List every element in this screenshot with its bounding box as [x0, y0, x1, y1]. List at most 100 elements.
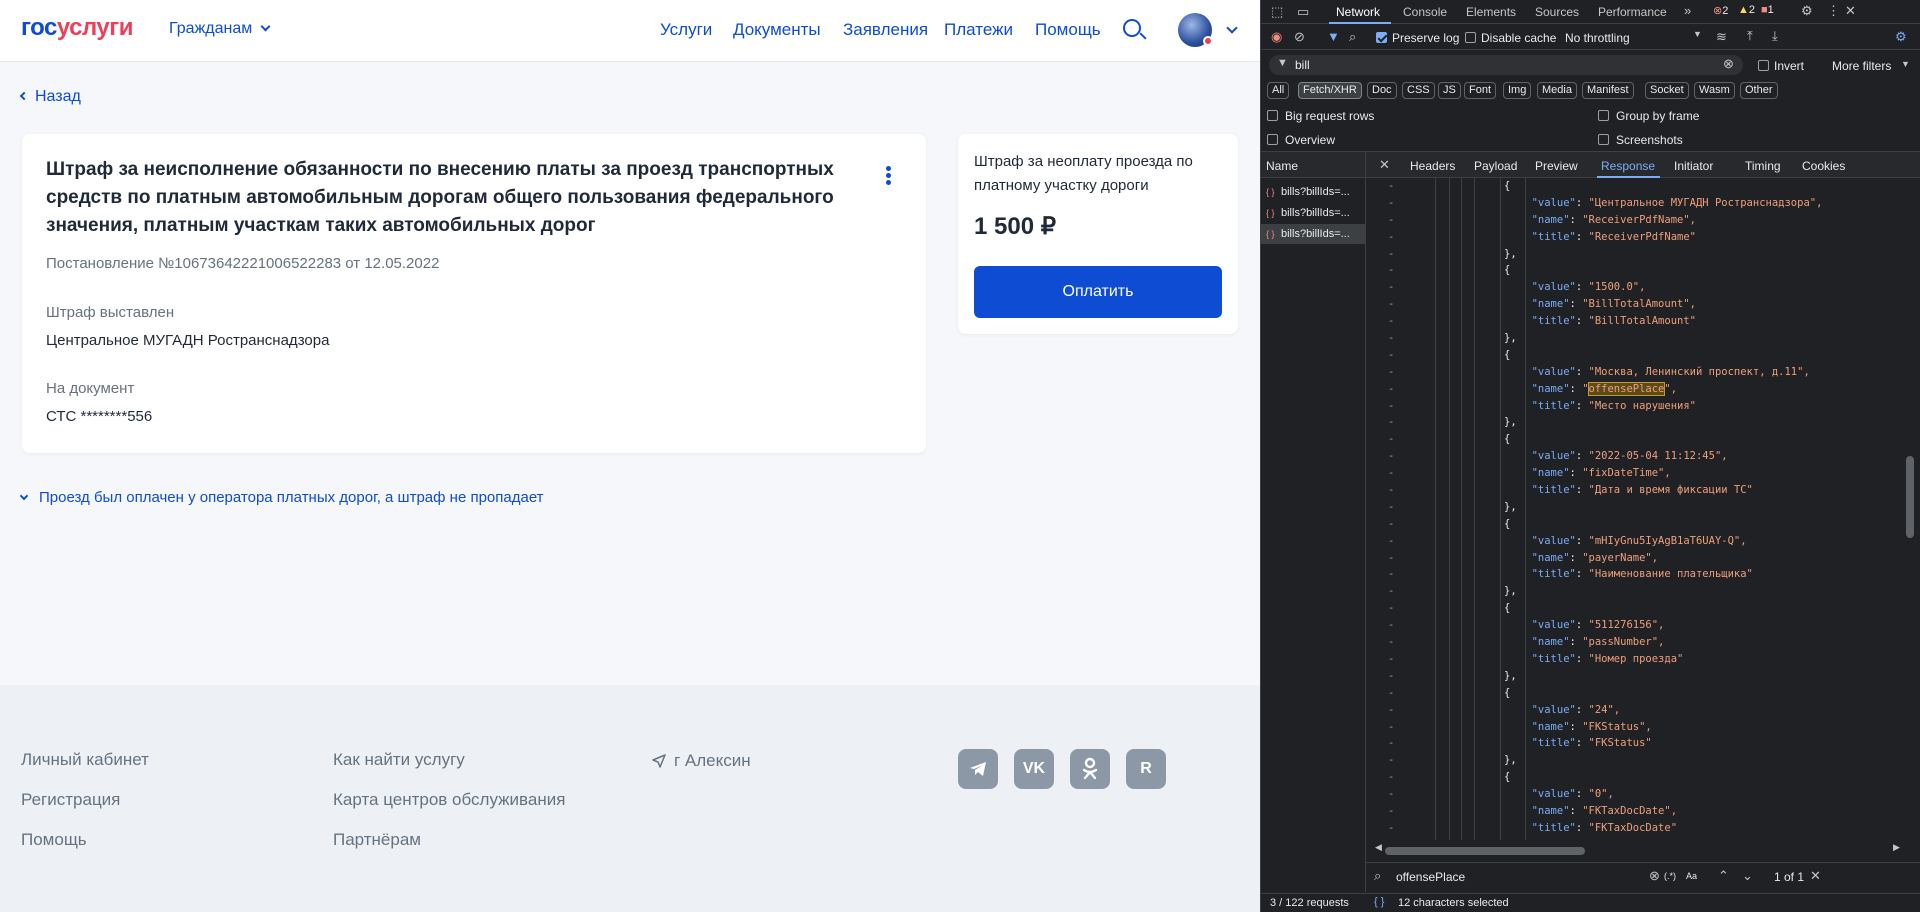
settings-icon[interactable]: ⚙ — [1801, 3, 1813, 19]
rutube-icon[interactable]: R — [1126, 749, 1166, 789]
back-link[interactable]: Назад — [19, 88, 81, 106]
ok-icon[interactable] — [1070, 749, 1110, 789]
type-filter-img[interactable]: Img — [1503, 82, 1532, 99]
nav-documents[interactable]: Документы — [733, 20, 821, 40]
warnings-badge[interactable]: ▲2 — [1738, 4, 1755, 16]
type-filter-js[interactable]: JS — [1438, 82, 1461, 99]
clear-search-icon[interactable]: ⊗ — [1649, 868, 1660, 884]
tab-performance[interactable]: Performance — [1598, 5, 1667, 19]
type-filter-media[interactable]: Media — [1537, 82, 1577, 99]
request-row[interactable]: bills?billIds=... — [1261, 203, 1365, 223]
vk-icon[interactable]: VK — [1014, 749, 1054, 789]
telegram-icon[interactable] — [958, 749, 998, 789]
download-icon[interactable]: ⤓ — [1772, 28, 1778, 44]
tab-payload[interactable]: Payload — [1474, 159, 1517, 173]
citizens-menu[interactable]: Гражданам — [169, 20, 271, 38]
group-frame-checkbox[interactable] — [1598, 110, 1609, 121]
tab-initiator[interactable]: Initiator — [1674, 159, 1713, 173]
invert-checkbox[interactable] — [1758, 60, 1769, 71]
footer-link-partners[interactable]: Партнёрам — [333, 830, 421, 850]
chevron-down-icon[interactable]: ▼ — [1693, 29, 1702, 39]
disable-cache-checkbox[interactable] — [1465, 32, 1476, 43]
request-row-selected[interactable]: bills?billIds=... — [1261, 224, 1365, 244]
footer-link-find-service[interactable]: Как найти услугу — [333, 750, 465, 770]
filter-icon[interactable]: ▼ — [1327, 29, 1340, 44]
tab-preview[interactable]: Preview — [1535, 159, 1578, 173]
network-settings-icon[interactable]: ⚙ — [1895, 29, 1907, 45]
more-tabs-icon[interactable]: » — [1684, 3, 1691, 18]
nav-payments[interactable]: Платежи — [944, 20, 1013, 40]
nav-services[interactable]: Услуги — [660, 20, 712, 40]
request-row[interactable]: bills?billIds=... — [1261, 182, 1365, 202]
type-filter-font[interactable]: Font — [1464, 82, 1497, 99]
gosuslugi-logo[interactable]: госуслуги — [21, 14, 134, 42]
close-icon[interactable]: ✕ — [1379, 157, 1390, 173]
overview-checkbox[interactable] — [1267, 134, 1278, 145]
footer-link-help[interactable]: Помощь — [21, 830, 87, 850]
next-match-icon[interactable]: ⌄ — [1742, 868, 1753, 884]
previous-match-icon[interactable]: ⌃ — [1718, 868, 1729, 884]
tab-sources[interactable]: Sources — [1535, 5, 1579, 19]
close-icon[interactable]: ✕ — [1810, 868, 1821, 884]
pay-button[interactable]: Оплатить — [974, 266, 1222, 318]
type-filter-wasm[interactable]: Wasm — [1694, 82, 1735, 99]
response-json-viewer[interactable]: -{- "value": "Центральное МУГАДН Ространс… — [1366, 178, 1906, 840]
footer-link-centers-map[interactable]: Карта центров обслуживания — [333, 790, 565, 810]
line-marker: - — [1388, 180, 1395, 192]
throttling-select[interactable]: No throttling — [1565, 31, 1630, 45]
paid-expand-link[interactable]: Проезд был оплачен у оператора платных д… — [19, 489, 544, 506]
horizontal-scrollbar[interactable] — [1385, 847, 1585, 855]
screenshots-checkbox[interactable] — [1598, 134, 1609, 145]
issues-badge[interactable]: ■1 — [1761, 4, 1774, 16]
response-search-input[interactable]: offensePlace — [1396, 870, 1465, 884]
search-icon[interactable]: ⌕ — [1349, 29, 1356, 45]
nav-help[interactable]: Помощь — [1035, 20, 1101, 40]
network-conditions-icon[interactable]: ≋ — [1716, 29, 1727, 45]
type-filter-fetch-xhr[interactable]: Fetch/XHR — [1298, 82, 1362, 99]
type-filter-manifest[interactable]: Manifest — [1582, 82, 1634, 99]
record-stop-icon[interactable]: ◉ — [1271, 29, 1282, 45]
name-column-header[interactable]: Name — [1266, 159, 1298, 173]
tab-timing[interactable]: Timing — [1745, 159, 1781, 173]
json-entry: "value": "Москва, Ленинский проспект, д.… — [1531, 365, 1810, 378]
device-toolbar-icon[interactable]: ▭ — [1297, 4, 1309, 20]
search-icon[interactable] — [1123, 19, 1141, 37]
type-filter-all[interactable]: All — [1267, 82, 1290, 99]
scroll-right-icon[interactable]: ▶ — [1893, 842, 1900, 853]
errors-badge[interactable]: ⊗2 — [1713, 4, 1728, 17]
match-case-toggle[interactable]: Aa — [1686, 871, 1697, 881]
chevron-down-icon[interactable]: ▼ — [1901, 59, 1910, 69]
tab-headers[interactable]: Headers — [1410, 159, 1455, 173]
footer-link-cabinet[interactable]: Личный кабинет — [21, 750, 149, 770]
inspect-icon[interactable]: ⬚ — [1271, 4, 1283, 20]
more-vert-icon[interactable]: ⋮ — [1827, 3, 1840, 19]
upload-icon[interactable]: ⤒ — [1747, 28, 1753, 44]
more-filters-button[interactable]: More filters — [1832, 59, 1891, 73]
more-vert-icon[interactable] — [886, 166, 892, 186]
footer-link-registration[interactable]: Регистрация — [21, 790, 120, 810]
vertical-scrollbar[interactable] — [1906, 456, 1914, 538]
json-value: "1500.0", — [1588, 281, 1646, 294]
type-filter-other[interactable]: Other — [1740, 82, 1778, 99]
tab-response[interactable]: Response — [1601, 159, 1655, 173]
scroll-left-icon[interactable]: ◀ — [1375, 842, 1382, 853]
json-entry: "value": "2022-05-04 11:12:45", — [1531, 450, 1728, 463]
tab-cookies[interactable]: Cookies — [1802, 159, 1845, 173]
location-link[interactable]: г Алексин — [652, 751, 751, 771]
clear-icon[interactable]: ⊘ — [1294, 29, 1305, 45]
regex-toggle[interactable]: (.*) — [1664, 871, 1676, 881]
tab-elements[interactable]: Elements — [1466, 5, 1516, 19]
tab-console[interactable]: Console — [1403, 5, 1447, 19]
chevron-down-icon[interactable] — [1226, 22, 1238, 34]
nav-applications[interactable]: Заявления — [843, 20, 928, 40]
big-rows-checkbox[interactable] — [1267, 110, 1278, 121]
type-filter-socket[interactable]: Socket — [1645, 82, 1689, 99]
filter-input[interactable]: ▼ bill ⊗ — [1269, 55, 1743, 75]
close-icon[interactable]: ✕ — [1845, 3, 1856, 19]
type-filter-css[interactable]: CSS — [1402, 82, 1435, 99]
clear-filter-icon[interactable]: ⊗ — [1723, 56, 1734, 72]
pretty-print-icon[interactable]: { } — [1374, 896, 1384, 908]
preserve-log-checkbox[interactable] — [1376, 32, 1387, 43]
tab-network[interactable]: Network — [1336, 5, 1380, 19]
type-filter-doc[interactable]: Doc — [1367, 82, 1397, 99]
